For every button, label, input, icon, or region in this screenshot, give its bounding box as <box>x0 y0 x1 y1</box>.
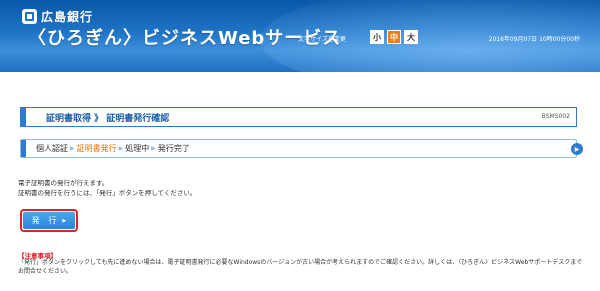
bank-logo: 広島銀行 <box>22 8 93 25</box>
font-size-large-button[interactable]: 大 <box>404 30 418 44</box>
bank-logo-icon <box>22 9 37 24</box>
font-size-medium-button[interactable]: 中 <box>387 30 401 44</box>
service-name: 〈ひろぎん〉ビジネスWebサービス <box>28 28 342 49</box>
page-title: 証明書取得 》 証明書発行確認 <box>46 113 170 124</box>
progress-steps: 個人認証 ▶ 証明書発行 ▶ 処理中 ▶ 発行完了 ▶ <box>20 139 583 158</box>
step-processing: 処理中 <box>125 144 150 153</box>
step-certificate-issue: 証明書発行 <box>76 144 117 153</box>
issue-button-highlight: 発 行 ▶ <box>20 209 78 232</box>
step-personal-auth: 個人認証 <box>36 144 68 153</box>
current-datetime: 2016年09月07日 10時00分00秒 <box>488 36 580 43</box>
description-line-1: 電子証明書の発行が行えます。 <box>18 179 109 187</box>
step-separator-icon: ▶ <box>151 145 156 152</box>
step-complete: 発行完了 <box>157 144 190 153</box>
step-separator-icon: ▶ <box>70 145 75 152</box>
title-accent-bar <box>21 108 26 126</box>
issue-button-label: 発 行 <box>31 216 60 225</box>
bank-name: 広島銀行 <box>41 10 94 24</box>
arrow-right-icon: ▶ <box>571 143 583 155</box>
app-header: 広島銀行 〈ひろぎん〉ビジネスWebサービス 文字サイズを変更 小 中 大 20… <box>0 0 600 72</box>
font-size-label: 文字サイズを変更 <box>298 36 346 43</box>
description-line-2: 証明書の発行を行うには、「発行」ボタンを押してください。 <box>18 189 197 197</box>
screen-id: BSMS002 <box>541 113 570 120</box>
page-title-box: 証明書取得 》 証明書発行確認 BSMS002 <box>20 107 577 127</box>
arrow-right-icon: ▶ <box>62 217 67 224</box>
steps-accent-bar <box>21 140 26 157</box>
notes-text: 「発行」ボタンをクリックしても先に進めない場合は、電子証明書発行に必要なWind… <box>18 259 583 275</box>
step-separator-icon: ▶ <box>118 145 124 152</box>
font-size-small-button[interactable]: 小 <box>370 30 384 44</box>
issue-button[interactable]: 発 行 ▶ <box>23 212 75 229</box>
